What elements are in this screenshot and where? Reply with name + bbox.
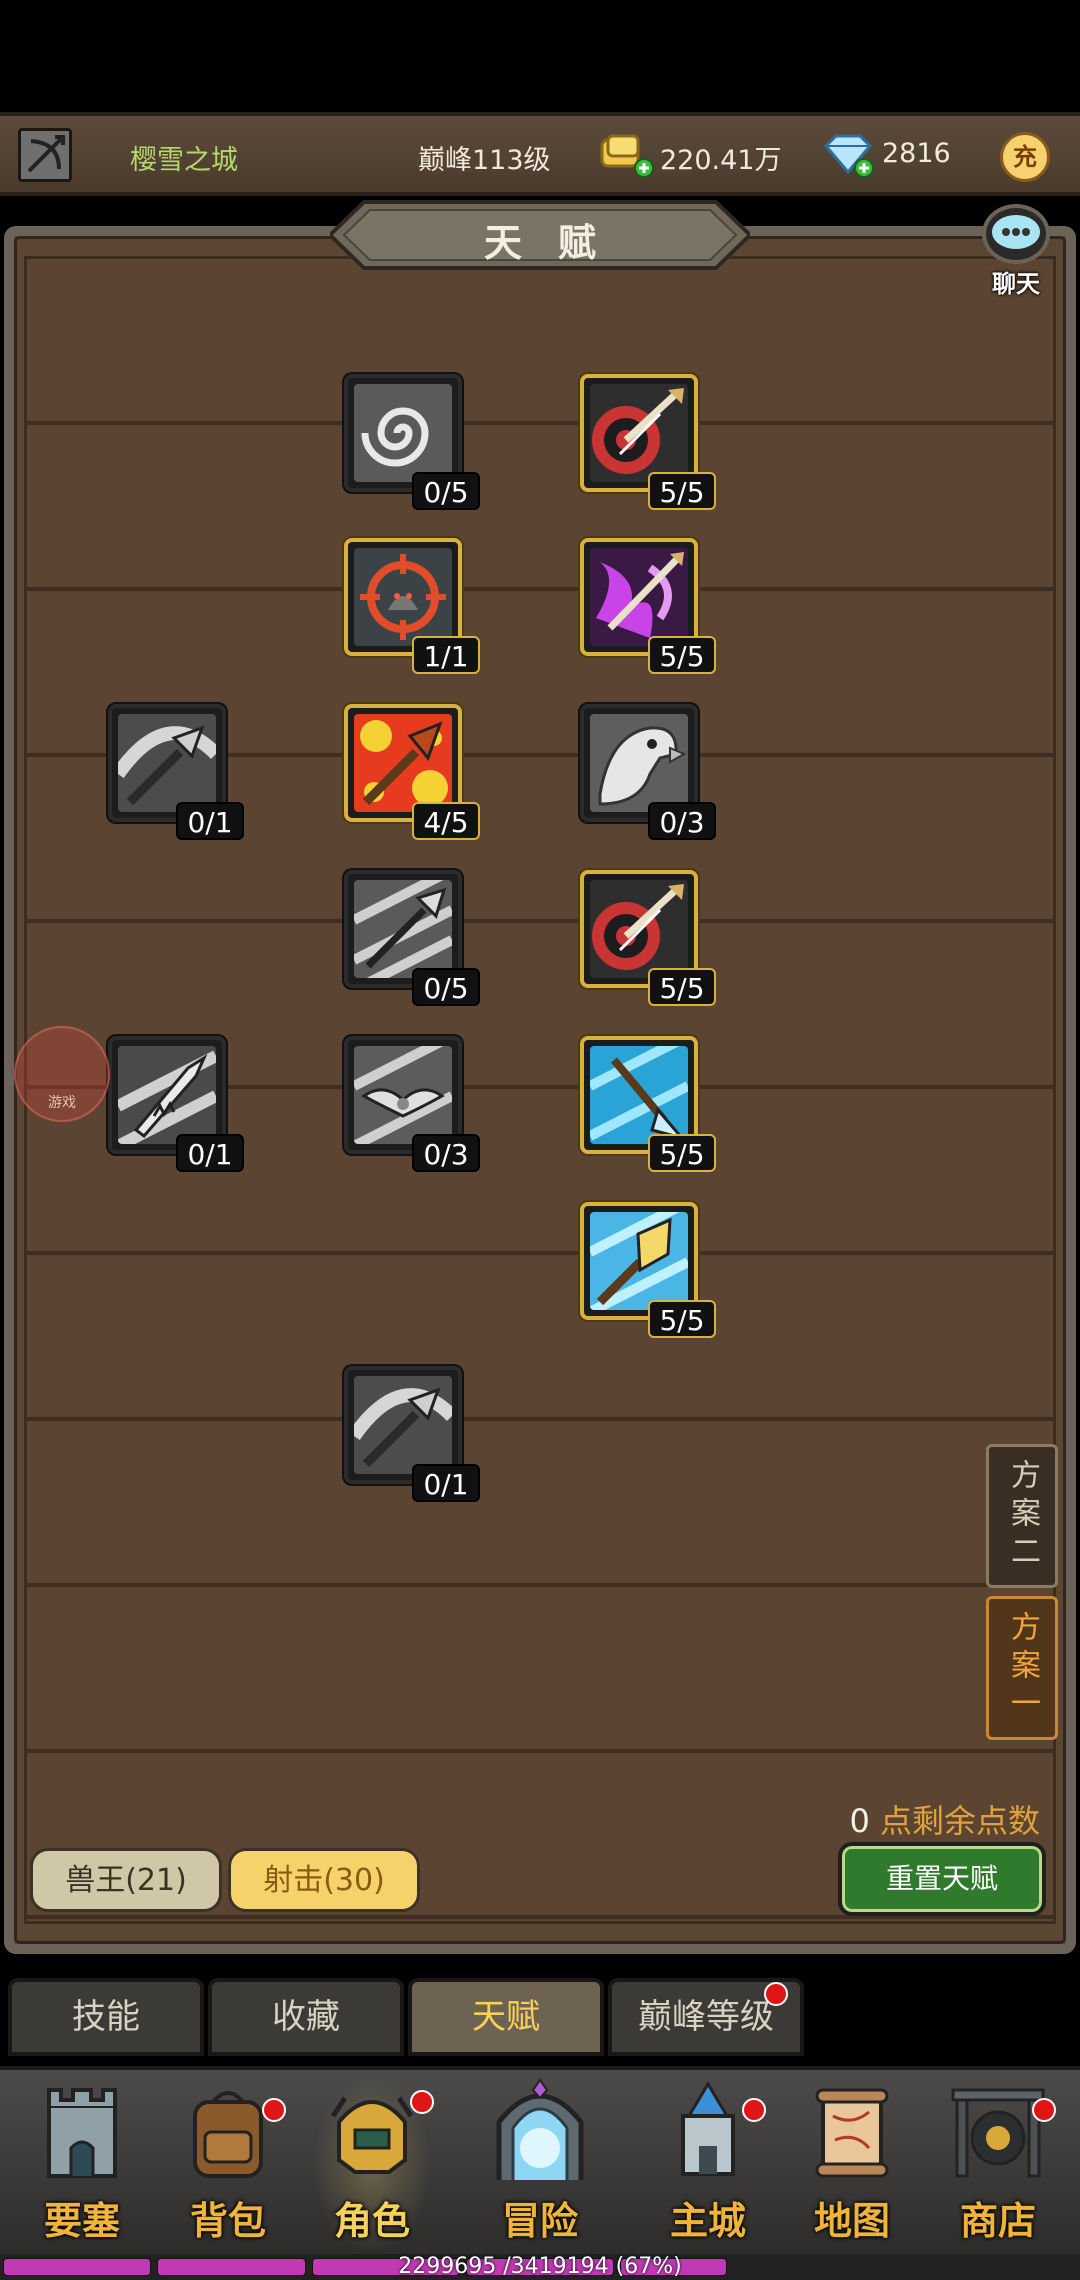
talent-node-target-arrow-1[interactable]: 5/5 bbox=[580, 374, 716, 510]
gong-icon bbox=[951, 2088, 1045, 2178]
nav-fortress-label: 要塞 bbox=[43, 2199, 120, 2243]
talent-node-spear-1[interactable]: 0/1 bbox=[108, 704, 244, 840]
talent-node-ice-arrow[interactable]: 5/5 bbox=[580, 1036, 716, 1172]
experience-text: 2299695 /3419194 (67%) bbox=[398, 2254, 682, 2279]
talent-node-target-arrow-2[interactable]: 5/5 bbox=[580, 870, 716, 1006]
talent-rank: 0/1 bbox=[412, 1464, 480, 1502]
talent-rank: 0/5 bbox=[412, 968, 480, 1006]
plan-two-tab[interactable]: 方案二 bbox=[986, 1444, 1058, 1588]
talent-rank: 4/5 bbox=[412, 802, 480, 840]
marksman-tree-button[interactable]: 射击(30) bbox=[228, 1848, 420, 1912]
talent-node-bat-arrow[interactable]: 0/3 bbox=[344, 1036, 480, 1172]
fire-spear-icon bbox=[354, 714, 452, 812]
talent-rank: 0/1 bbox=[176, 1134, 244, 1172]
talent-rank: 0/5 bbox=[412, 472, 480, 510]
blade-icon bbox=[118, 1046, 216, 1144]
talent-rank: 5/5 bbox=[648, 472, 716, 510]
nav-shop-label: 商店 bbox=[959, 2199, 1036, 2243]
castle-icon bbox=[681, 2081, 735, 2176]
talent-node-serrated-blade[interactable]: 0/1 bbox=[108, 1036, 244, 1172]
recharge-button[interactable]: 充 bbox=[1000, 132, 1050, 182]
nav-map[interactable]: 地图 bbox=[792, 2076, 912, 2256]
nav-map-label: 地图 bbox=[813, 2199, 890, 2243]
gold-add-icon[interactable] bbox=[598, 132, 656, 178]
status-bar: 樱雪之城 巅峰113级 220.41万 2816 充 bbox=[0, 112, 1080, 196]
eagle-icon bbox=[590, 714, 688, 812]
talent-rank: 1/1 bbox=[412, 636, 480, 674]
remaining-points: 0 点剩余点数 bbox=[849, 1796, 1040, 1842]
plan-one-tab[interactable]: 方案一 bbox=[986, 1596, 1058, 1740]
talent-node-fire-spear[interactable]: 4/5 bbox=[344, 704, 480, 840]
map-scroll-icon bbox=[815, 2088, 889, 2178]
talent-rank: 0/3 bbox=[412, 1134, 480, 1172]
talent-node-arcane-arrow[interactable]: 5/5 bbox=[580, 538, 716, 674]
sub-tab-bar: 技能 收藏 天赋 巅峰等级 bbox=[0, 1974, 1080, 2058]
talent-rank: 5/5 bbox=[648, 968, 716, 1006]
helmet-icon bbox=[330, 2096, 414, 2174]
nav-fortress[interactable]: 要塞 bbox=[22, 2076, 142, 2256]
notification-dot bbox=[410, 2090, 434, 2114]
title-plate: 天赋 bbox=[330, 200, 750, 270]
target-arrow-icon bbox=[590, 880, 688, 978]
talent-node-spear-2[interactable]: 0/1 bbox=[344, 1366, 480, 1502]
gold-amount: 220.41万 bbox=[660, 145, 782, 176]
watermark-logo: 游戏 bbox=[14, 1026, 110, 1122]
peak-level: 巅峰113级 bbox=[418, 145, 551, 176]
talent-rank: 5/5 bbox=[648, 636, 716, 674]
ice-arrow-icon bbox=[590, 1046, 688, 1144]
diamond-add-icon[interactable] bbox=[820, 132, 878, 178]
gold-spear-icon bbox=[590, 1212, 688, 1310]
city-name: 樱雪之城 bbox=[130, 145, 238, 176]
talent-node-gold-spear[interactable]: 5/5 bbox=[580, 1202, 716, 1338]
notification-dot bbox=[1032, 2098, 1056, 2122]
fortress-icon bbox=[47, 2088, 117, 2178]
beast-master-tree-button[interactable]: 兽王(21) bbox=[30, 1848, 222, 1912]
talent-node-swift-arrow[interactable]: 0/5 bbox=[344, 870, 480, 1006]
tab-skills[interactable]: 技能 bbox=[8, 1978, 204, 2056]
nav-adventure[interactable]: 冒险 bbox=[478, 2076, 602, 2256]
bottom-nav: 要塞 背包 角色 冒险 主城 地图 商店 bbox=[0, 2066, 1080, 2256]
tab-talents[interactable]: 天赋 bbox=[408, 1978, 604, 2056]
chat-label: 聊天 bbox=[992, 270, 1040, 298]
arcane-arrow-icon bbox=[590, 548, 688, 646]
experience-bar: 2299695 /3419194 (67%) bbox=[0, 2254, 1080, 2280]
vortex-icon bbox=[354, 384, 452, 482]
remaining-points-label: 点剩余点数 bbox=[879, 1802, 1040, 1840]
crosshair-icon bbox=[354, 548, 452, 646]
bat-icon bbox=[354, 1046, 452, 1144]
remaining-points-count: 0 bbox=[849, 1802, 870, 1840]
talent-node-crosshair-beast[interactable]: 1/1 bbox=[344, 538, 480, 674]
nav-main-city-label: 主城 bbox=[669, 2199, 746, 2243]
talent-rank: 0/1 bbox=[176, 802, 244, 840]
chat-button[interactable]: 聊天 bbox=[970, 200, 1062, 304]
target-arrow-icon bbox=[590, 384, 688, 482]
spear-icon bbox=[118, 714, 216, 812]
talent-node-eagle[interactable]: 0/3 bbox=[580, 704, 716, 840]
tab-collection[interactable]: 收藏 bbox=[208, 1978, 404, 2056]
notification-dot bbox=[764, 1982, 788, 2006]
chat-bubble bbox=[982, 204, 1050, 264]
spear-icon bbox=[354, 1376, 452, 1474]
chat-icon bbox=[992, 215, 1040, 249]
portal-icon bbox=[496, 2078, 584, 2180]
swift-arrow-icon bbox=[354, 880, 452, 978]
talent-rank: 5/5 bbox=[648, 1134, 716, 1172]
nav-character-label: 角色 bbox=[333, 2199, 410, 2243]
diamond-amount: 2816 bbox=[882, 138, 951, 169]
class-icon[interactable] bbox=[18, 128, 72, 182]
notification-dot bbox=[262, 2098, 286, 2122]
nav-backpack-label: 背包 bbox=[189, 2199, 266, 2243]
talent-rank: 5/5 bbox=[648, 1300, 716, 1338]
talent-node-vortex[interactable]: 0/5 bbox=[344, 374, 480, 510]
notification-dot bbox=[742, 2098, 766, 2122]
reset-talents-button[interactable]: 重置天赋 bbox=[838, 1842, 1046, 1916]
talent-rank: 0/3 bbox=[648, 802, 716, 840]
nav-adventure-label: 冒险 bbox=[501, 2199, 578, 2243]
backpack-icon bbox=[193, 2091, 263, 2178]
page-title: 天赋 bbox=[483, 221, 632, 265]
